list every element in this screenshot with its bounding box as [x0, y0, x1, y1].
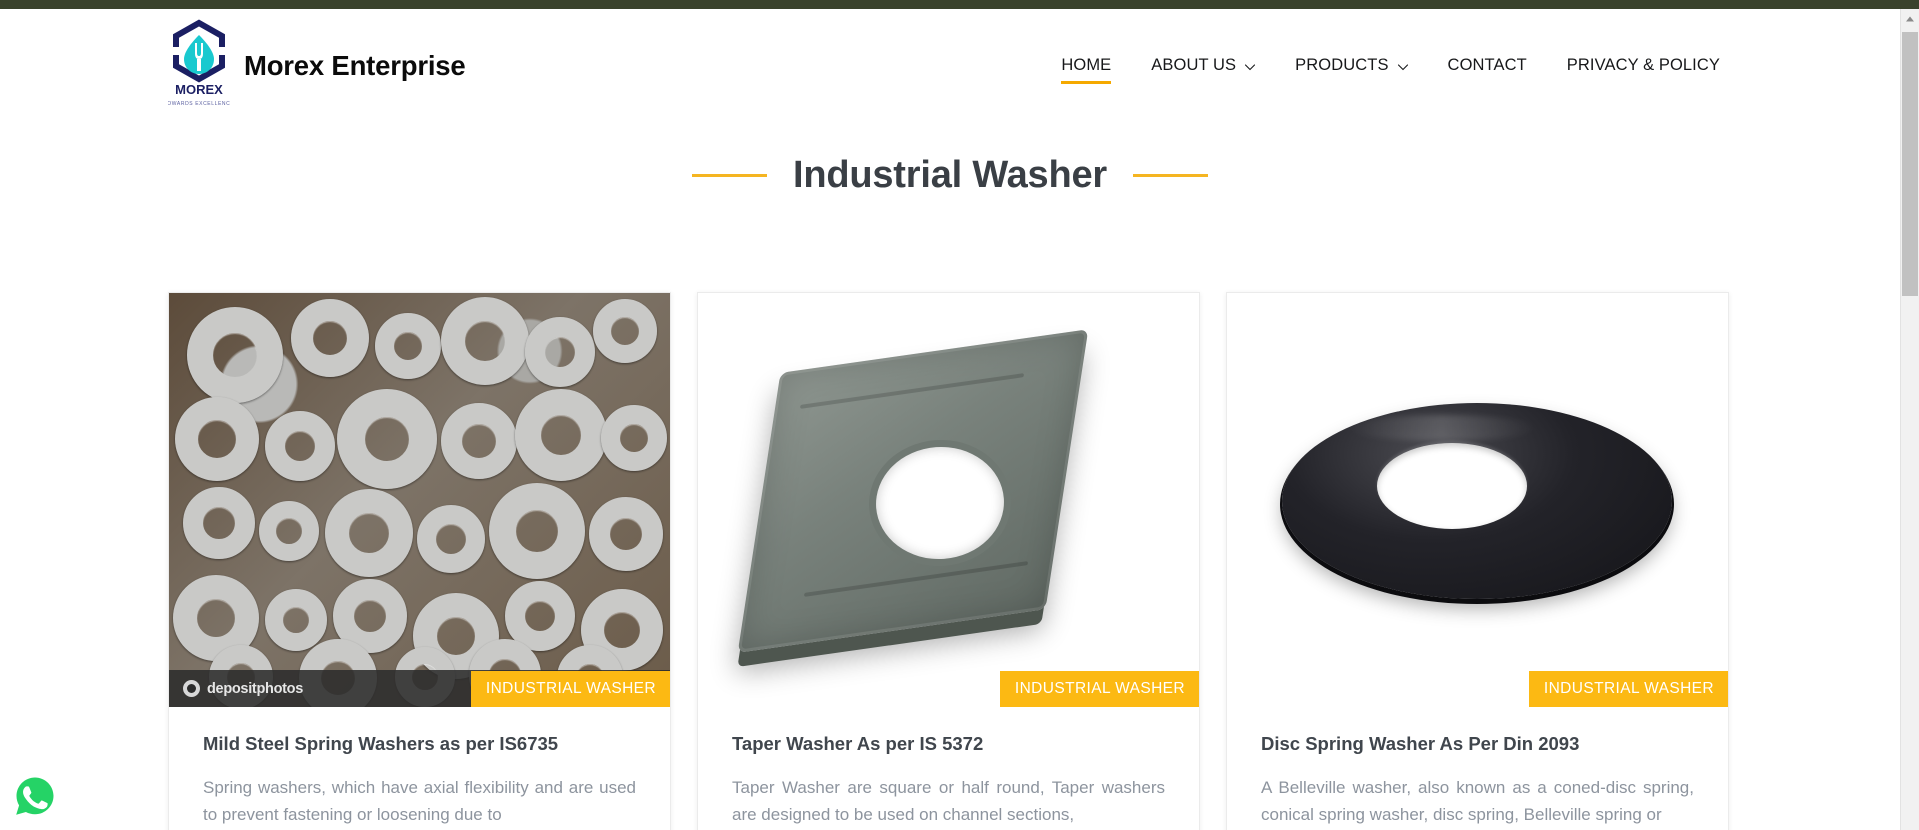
product-image[interactable]: depositphotos INDUSTRIAL WASHER [169, 293, 670, 707]
chevron-down-icon [1397, 61, 1408, 72]
page-root: MOREX TOWARDS EXCELLENCE Morex Enterpris… [0, 0, 1919, 830]
page-scrollbar[interactable] [1900, 9, 1919, 830]
product-card[interactable]: depositphotos INDUSTRIAL WASHER Mild Ste… [168, 292, 671, 830]
nav-item-contact[interactable]: CONTACT [1428, 9, 1547, 122]
nav-item-label: CONTACT [1447, 56, 1527, 74]
product-image[interactable]: INDUSTRIAL WASHER [1227, 293, 1728, 707]
whatsapp-icon [13, 776, 57, 822]
title-rule-left [691, 174, 767, 177]
browser-top-bar [0, 0, 1919, 9]
product-card-grid: depositphotos INDUSTRIAL WASHER Mild Ste… [168, 292, 1730, 830]
page-title: Industrial Washer [792, 154, 1108, 196]
brand-logo-link[interactable]: MOREX TOWARDS EXCELLENCE Morex Enterpris… [164, 9, 466, 122]
watermark-label: depositphotos [207, 680, 303, 697]
card-body: Disc Spring Washer As Per Din 2093 A Bel… [1227, 707, 1728, 830]
product-title: Taper Washer As per IS 5372 [732, 733, 984, 754]
depositphotos-logo-icon [183, 680, 200, 697]
chevron-down-icon [1244, 61, 1256, 72]
card-body: Taper Washer As per IS 5372 Taper Washer… [698, 707, 1199, 830]
product-description: Spring washers, which have axial flexibi… [203, 778, 636, 824]
card-body: Mild Steel Spring Washers as per IS6735 … [169, 707, 670, 830]
nav-item-label: PRODUCTS [1295, 56, 1389, 74]
nav-item-products[interactable]: PRODUCTS [1275, 9, 1427, 122]
product-title: Mild Steel Spring Washers as per IS6735 [203, 733, 559, 754]
logo-tagline: TOWARDS EXCELLENCE [168, 101, 230, 107]
product-card[interactable]: INDUSTRIAL WASHER Taper Washer As per IS… [697, 292, 1200, 830]
product-category-badge: INDUSTRIAL WASHER [999, 671, 1199, 707]
whatsapp-float-button[interactable] [13, 774, 57, 818]
nav-item-label: PRIVACY & POLICY [1566, 56, 1720, 74]
main-navigation: HOME ABOUT US PRODUCTS CONTACT PRIVACY &… [1041, 9, 1740, 122]
scrollbar-up-arrow-icon[interactable] [1901, 9, 1919, 28]
product-image[interactable]: INDUSTRIAL WASHER [698, 293, 1199, 707]
nav-item-label: HOME [1061, 56, 1112, 74]
washer-pile-artwork [169, 293, 670, 707]
nav-item-about-us[interactable]: ABOUT US [1131, 9, 1275, 122]
product-title: Disc Spring Washer As Per Din 2093 [1261, 733, 1580, 754]
nav-item-privacy-policy[interactable]: PRIVACY & POLICY [1547, 9, 1740, 122]
logo-wordmark: MOREX [175, 82, 223, 97]
nav-item-label: ABOUT US [1151, 56, 1237, 74]
scrollbar-thumb[interactable] [1902, 32, 1918, 296]
taper-washer-artwork [698, 293, 1199, 707]
disc-spring-washer-artwork [1227, 293, 1728, 707]
site-header: MOREX TOWARDS EXCELLENCE Morex Enterpris… [0, 9, 1900, 122]
nav-item-home[interactable]: HOME [1041, 9, 1131, 122]
brand-name: Morex Enterprise [244, 49, 466, 81]
product-category-badge: INDUSTRIAL WASHER [1528, 671, 1728, 707]
product-description: Taper Washer are square or half round, T… [732, 778, 1165, 824]
morex-hexagon-logo-icon: MOREX TOWARDS EXCELLENCE [164, 18, 234, 113]
product-card[interactable]: INDUSTRIAL WASHER Disc Spring Washer As … [1226, 292, 1729, 830]
title-rule-right [1133, 174, 1209, 177]
page-title-section: Industrial Washer [0, 154, 1900, 197]
product-category-badge: INDUSTRIAL WASHER [470, 671, 670, 707]
active-nav-underline [1061, 81, 1112, 84]
page-viewport: MOREX TOWARDS EXCELLENCE Morex Enterpris… [0, 9, 1900, 830]
product-description: A Belleville washer, also known as a con… [1261, 778, 1694, 824]
